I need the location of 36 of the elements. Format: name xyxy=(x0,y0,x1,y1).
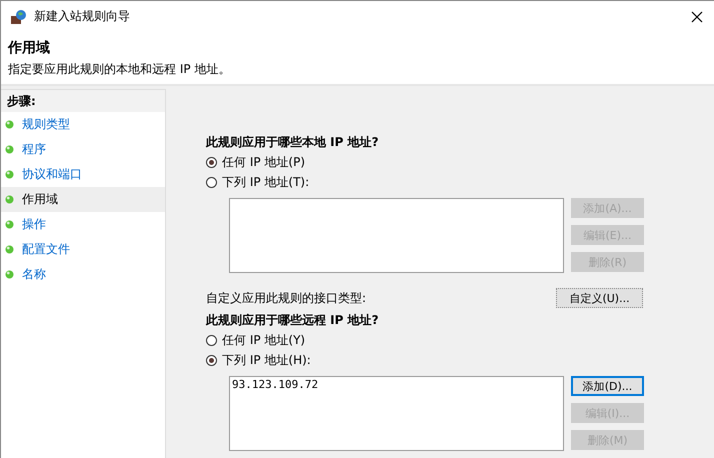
radio-option[interactable]: 任何 IP 地址(Y) xyxy=(206,330,714,350)
section-heading: 此规则应用于哪些远程 IP 地址? xyxy=(206,312,380,329)
list-action-button[interactable]: 添加(D)... xyxy=(571,376,644,396)
step-item[interactable]: 名称 xyxy=(1,262,165,287)
step-item[interactable]: 程序 xyxy=(1,137,165,162)
step-item[interactable]: 配置文件 xyxy=(1,237,165,262)
page-description: 指定要应用此规则的本地和远程 IP 地址。 xyxy=(8,61,232,78)
step-dot-icon xyxy=(5,220,14,229)
customize-button[interactable]: 自定义(U)... xyxy=(556,288,643,308)
steps-heading: 步骤: xyxy=(1,90,165,112)
address-list[interactable]: 93.123.109.72 xyxy=(229,376,564,451)
radio-button[interactable] xyxy=(206,176,217,188)
step-dot-icon xyxy=(5,270,14,279)
radio-button[interactable] xyxy=(206,334,217,346)
step-dot-icon xyxy=(5,170,14,179)
radio-option[interactable]: 下列 IP 地址(T): xyxy=(206,172,714,192)
firewall-icon xyxy=(10,8,28,24)
address-list[interactable] xyxy=(229,198,564,273)
step-dot-icon xyxy=(5,145,14,154)
step-item[interactable]: 操作 xyxy=(1,212,165,237)
step-item[interactable]: 规则类型 xyxy=(1,112,165,137)
step-item[interactable]: 协议和端口 xyxy=(1,162,165,187)
step-dot-icon xyxy=(5,195,14,204)
page-title: 作用域 xyxy=(8,39,51,58)
radio-option[interactable]: 下列 IP 地址(H): xyxy=(206,350,714,370)
window-title: 新建入站规则向导 xyxy=(34,8,130,25)
section-heading: 此规则应用于哪些本地 IP 地址? xyxy=(206,134,380,151)
interface-label: 自定义应用此规则的接口类型: xyxy=(206,290,366,306)
close-icon[interactable] xyxy=(691,10,703,22)
radio-button[interactable] xyxy=(206,354,217,366)
radio-option[interactable]: 任何 IP 地址(P) xyxy=(206,152,714,172)
step-item[interactable]: 作用域 xyxy=(1,187,165,212)
address-item[interactable]: 93.123.109.72 xyxy=(232,378,561,391)
step-dot-icon xyxy=(5,245,14,254)
radio-button[interactable] xyxy=(206,156,217,168)
step-dot-icon xyxy=(5,120,14,129)
